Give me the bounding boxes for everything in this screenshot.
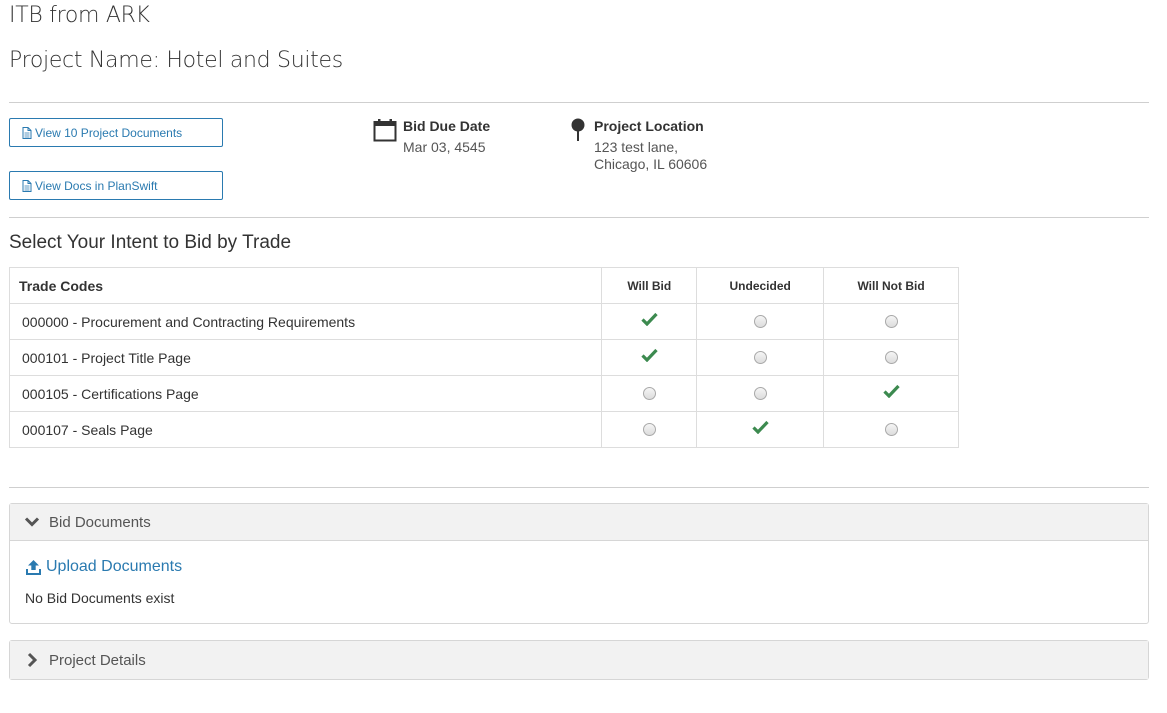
no-bid-documents-text: No Bid Documents exist	[25, 590, 175, 606]
intent-cell-undecided	[696, 375, 825, 412]
intent-radio-will-not-bid[interactable]	[884, 350, 898, 364]
project-details-title: Project Details	[49, 651, 146, 669]
view-docs-planswift-label: View Docs in PlanSwift	[35, 178, 158, 193]
project-location: Project Location 123 test lane, Chicago,…	[570, 118, 707, 173]
intent-cell-undecided	[696, 303, 825, 340]
intent-cell-will-not-bid	[823, 339, 959, 376]
intent-radio-will-not-bid[interactable]	[884, 314, 898, 328]
bid-documents-title: Bid Documents	[49, 513, 151, 531]
intent-radio-will-bid[interactable]	[642, 386, 656, 400]
intent-cell-undecided	[696, 339, 825, 376]
upload-documents-label: Upload Documents	[46, 558, 183, 575]
intent-cell-will-bid	[601, 303, 698, 340]
file-icon	[22, 179, 32, 192]
column-header-undecided: Undecided	[696, 267, 825, 304]
checkmark-icon[interactable]	[752, 420, 769, 439]
intent-cell-will-bid	[601, 375, 698, 412]
table-row: 000107 - Seals Page	[8, 411, 959, 448]
table-row: 000105 - Certifications Page	[8, 375, 959, 412]
table-row: 000000 - Procurement and Contracting Req…	[8, 303, 959, 340]
intent-radio-undecided[interactable]	[753, 386, 767, 400]
calendar-icon	[373, 119, 397, 142]
intent-radio-undecided[interactable]	[753, 350, 767, 364]
bid-documents-panel: Bid Documents Upload Documents No Bid Do…	[9, 503, 1149, 624]
upload-icon	[26, 559, 41, 575]
trade-rows: 000000 - Procurement and Contracting Req…	[8, 303, 959, 448]
chevron-down-icon	[24, 517, 40, 527]
project-details-panel: Project Details	[9, 640, 1149, 680]
intent-radio-undecided[interactable]	[753, 314, 767, 328]
project-location-line1: 123 test lane,	[594, 139, 679, 155]
project-location-label: Project Location	[594, 118, 704, 134]
bid-due-date: Bid Due Date Mar 03, 4545	[373, 118, 490, 156]
intent-cell-undecided	[696, 411, 825, 448]
intent-cell-will-bid	[601, 339, 698, 376]
column-header-will-not-bid: Will Not Bid	[823, 267, 959, 304]
view-project-documents-button[interactable]: View 10 Project Documents	[9, 118, 223, 147]
upload-documents-link[interactable]: Upload Documents	[25, 558, 1148, 576]
column-header-will-bid: Will Bid	[601, 267, 698, 304]
divider	[9, 102, 1149, 103]
trade-code: 000107 - Seals Page	[8, 411, 603, 448]
intent-radio-will-not-bid[interactable]	[884, 422, 898, 436]
checkmark-icon[interactable]	[641, 348, 658, 367]
intent-radio-will-bid[interactable]	[642, 422, 656, 436]
column-header-trade-codes: Trade Codes	[8, 267, 603, 304]
view-project-documents-label: View 10 Project Documents	[35, 125, 183, 140]
trade-code: 000000 - Procurement and Contracting Req…	[8, 303, 603, 340]
bid-documents-header[interactable]: Bid Documents	[10, 504, 1148, 541]
intent-cell-will-not-bid	[823, 303, 959, 340]
bid-due-date-value: Mar 03, 4545	[403, 139, 486, 155]
divider	[9, 487, 1149, 488]
bid-due-date-label: Bid Due Date	[403, 118, 491, 134]
intent-cell-will-not-bid	[823, 375, 959, 412]
table-row: 000101 - Project Title Page	[8, 339, 959, 376]
intent-heading: Select Your Intent to Bid by Trade	[9, 232, 292, 253]
table-header-row: Trade Codes Will Bid Undecided Will Not …	[8, 267, 959, 304]
trade-code: 000101 - Project Title Page	[8, 339, 603, 376]
project-name: Project Name: Hotel and Suites	[9, 48, 343, 73]
chevron-right-icon	[27, 652, 38, 668]
file-icon	[22, 126, 32, 139]
itb-page: ITB from ARK Project Name: Hotel and Sui…	[0, 0, 1167, 713]
project-details-header[interactable]: Project Details	[10, 641, 1148, 679]
intent-cell-will-bid	[601, 411, 698, 448]
project-location-line2: Chicago, IL 60606	[594, 156, 708, 172]
intent-cell-will-not-bid	[823, 411, 959, 448]
checkmark-icon[interactable]	[882, 384, 900, 403]
map-pin-icon	[571, 118, 585, 141]
trade-code: 000105 - Certifications Page	[8, 375, 603, 412]
divider	[9, 217, 1149, 218]
trade-intent-table: Trade Codes Will Bid Undecided Will Not …	[8, 267, 959, 448]
view-docs-planswift-button[interactable]: View Docs in PlanSwift	[9, 171, 223, 200]
itb-title: ITB from ARK	[9, 3, 150, 28]
checkmark-icon[interactable]	[641, 312, 658, 331]
